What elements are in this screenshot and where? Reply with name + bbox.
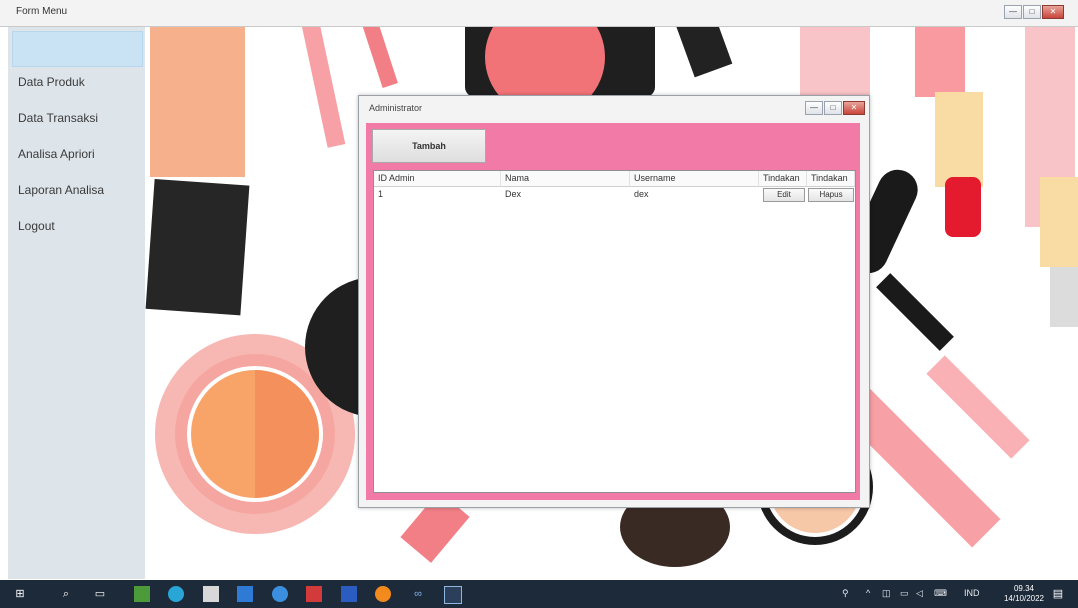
network-icon[interactable]: ◫	[882, 588, 891, 599]
volume-icon[interactable]: ◁	[916, 588, 923, 599]
dialog-title: Administrator	[369, 103, 423, 113]
globe-icon[interactable]	[272, 586, 288, 602]
administrator-dialog: Administrator — □ ✕ Tambah ID Admin Nama…	[358, 95, 870, 508]
windows-taskbar: ⊞ ⌕ ▭ ∞ ⚲ ^ ◫ ▭ ◁ ⌨ IND 09.34 14/10/2022…	[0, 580, 1078, 608]
sidebar-menu: Data Produk Data Transaksi Analisa Aprio…	[8, 27, 145, 579]
language-indicator[interactable]: IND	[964, 588, 980, 598]
dialog-minimize-button[interactable]: —	[805, 101, 823, 115]
search-icon[interactable]: ⌕	[58, 586, 74, 602]
main-window-titlebar: Form Menu — □ ✕	[0, 0, 1078, 27]
sidebar-item-laporan-analisa[interactable]: Laporan Analisa	[8, 173, 145, 207]
column-header-nama[interactable]: Nama	[501, 171, 630, 187]
store-icon[interactable]	[203, 586, 219, 602]
dialog-close-button[interactable]: ✕	[843, 101, 865, 115]
window-title: Form Menu	[16, 6, 68, 17]
sidebar-item-logout[interactable]: Logout	[8, 209, 145, 243]
column-header-tindakan-hapus[interactable]: Tindakan	[807, 171, 855, 187]
start-icon[interactable]: ⊞	[12, 586, 28, 602]
clock-date: 14/10/2022	[1003, 594, 1044, 603]
tambah-button[interactable]: Tambah	[372, 129, 486, 163]
column-header-tindakan-edit[interactable]: Tindakan	[759, 171, 807, 187]
task-view-icon[interactable]: ▭	[92, 586, 108, 602]
dialog-maximize-button[interactable]: □	[824, 101, 842, 115]
tray-chevron-icon[interactable]: ^	[866, 588, 870, 598]
minimize-button[interactable]: —	[1004, 5, 1022, 19]
column-header-id-admin[interactable]: ID Admin	[374, 171, 501, 187]
link-icon[interactable]: ∞	[410, 586, 426, 602]
edit-button[interactable]: Edit	[763, 188, 805, 202]
admin-table: ID Admin Nama Username Tindakan Tindakan…	[373, 170, 856, 493]
battery-icon[interactable]: ▭	[900, 588, 909, 599]
sidebar-item-label: Data Produk	[18, 75, 85, 89]
hapus-button[interactable]: Hapus	[808, 188, 854, 202]
sidebar-item-analisa-apriori[interactable]: Analisa Apriori	[8, 137, 145, 171]
sidebar-item-label: Laporan Analisa	[18, 183, 105, 197]
sidebar-item-label: Logout	[18, 219, 55, 233]
clock[interactable]: 09.34 14/10/2022	[1004, 584, 1044, 604]
maximize-button[interactable]: □	[1023, 5, 1041, 19]
sidebar-item-label: Data Transaksi	[18, 111, 99, 125]
table-cell-id[interactable]: 1	[374, 187, 500, 201]
close-button[interactable]: ✕	[1042, 5, 1064, 19]
sidebar-item-label: Analisa Apriori	[18, 147, 95, 161]
java-app-icon[interactable]	[444, 586, 462, 604]
column-header-username[interactable]: Username	[630, 171, 759, 187]
sidebar-item-data-produk[interactable]: Data Produk	[8, 65, 145, 99]
word-icon[interactable]	[341, 586, 357, 602]
firefox-icon[interactable]	[375, 586, 391, 602]
clock-time: 09.34	[1013, 584, 1034, 593]
sidebar-item-admin[interactable]	[12, 31, 143, 67]
people-icon[interactable]: ⚲	[842, 588, 849, 599]
calendar-icon[interactable]	[306, 586, 322, 602]
app-icon[interactable]	[134, 586, 150, 602]
table-cell-username[interactable]: dex	[630, 187, 758, 201]
sidebar-item-data-transaksi[interactable]: Data Transaksi	[8, 101, 145, 135]
mail-icon[interactable]	[237, 586, 253, 602]
dialog-content-panel: Tambah ID Admin Nama Username Tindakan T…	[366, 123, 860, 500]
notification-icon[interactable]: ▤	[1050, 586, 1066, 602]
table-cell-nama[interactable]: Dex	[501, 187, 629, 201]
edge-icon[interactable]	[168, 586, 184, 602]
keyboard-icon[interactable]: ⌨	[934, 588, 947, 599]
